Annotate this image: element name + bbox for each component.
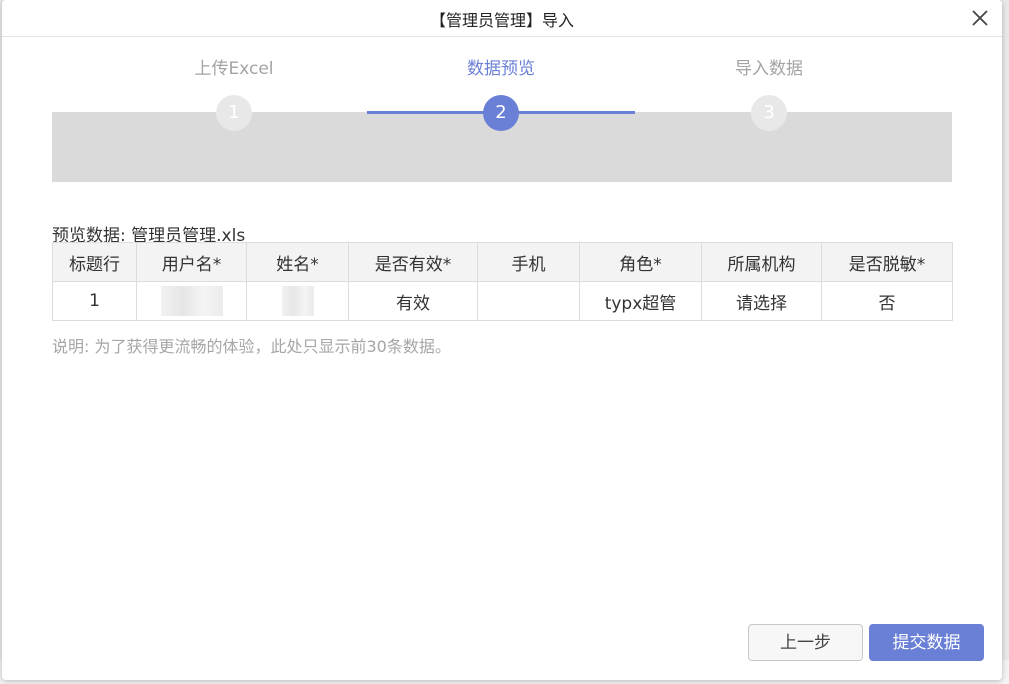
- column-header: 姓名*: [246, 242, 349, 282]
- table-header-row: 标题行 用户名* 姓名* 是否有效* 手机 角色* 所属机构 是否脱敏*: [52, 242, 953, 282]
- step-indicator: 上传Excel 1 数据预览 2 导入数据 3: [52, 56, 952, 182]
- step-data-preview: 数据预览 2: [401, 56, 601, 131]
- cell-org: 请选择: [701, 281, 822, 321]
- redacted-username: [160, 286, 223, 316]
- step-number: 2: [483, 95, 519, 131]
- dialog-header: 【管理员管理】导入: [2, 0, 1002, 37]
- column-header: 所属机构: [701, 242, 822, 282]
- column-header: 角色*: [579, 242, 702, 282]
- column-header: 标题行: [52, 242, 137, 282]
- cell-row-index: 1: [52, 281, 137, 321]
- step-label: 上传Excel: [194, 59, 274, 79]
- column-header: 是否脱敏*: [821, 242, 953, 282]
- submit-data-button[interactable]: 提交数据: [869, 624, 984, 661]
- import-dialog: 【管理员管理】导入 上传Excel 1 数据预览 2 导入数据 3 预览数据: …: [2, 0, 1002, 680]
- step-number: 3: [751, 95, 787, 131]
- column-header: 用户名*: [136, 242, 247, 282]
- step-import-data: 导入数据 3: [669, 56, 869, 131]
- step-label: 导入数据: [735, 59, 803, 79]
- step-number: 1: [216, 95, 252, 131]
- redacted-name: [281, 286, 314, 316]
- cell-phone: [477, 281, 580, 321]
- preview-note: 说明: 为了获得更流畅的体验，此处只显示前30条数据。: [52, 337, 451, 356]
- dialog-title: 【管理员管理】导入: [429, 11, 574, 30]
- previous-step-button[interactable]: 上一步: [748, 624, 863, 661]
- preview-table: 标题行 用户名* 姓名* 是否有效* 手机 角色* 所属机构 是否脱敏* 1 有…: [52, 242, 953, 321]
- column-header: 手机: [477, 242, 580, 282]
- table-row: 1 有效 typx超管 请选择 否: [52, 281, 953, 321]
- column-header: 是否有效*: [348, 242, 478, 282]
- cell-valid: 有效: [348, 281, 478, 321]
- cell-name: [246, 281, 349, 321]
- step-upload-excel: 上传Excel 1: [134, 56, 334, 131]
- cell-username: [136, 281, 247, 321]
- cell-role: typx超管: [579, 281, 702, 321]
- step-label: 数据预览: [467, 59, 535, 79]
- close-icon[interactable]: [968, 6, 992, 30]
- cell-desensitize: 否: [821, 281, 953, 321]
